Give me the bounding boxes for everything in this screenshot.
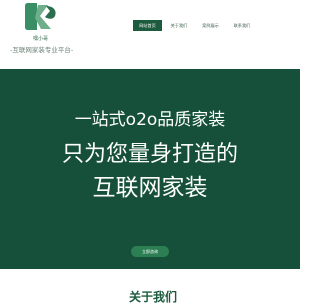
site-header: 嘿小哥 -互联网家装专业平台- 网站首页 关于我们 案例展示 联系我们: [0, 0, 300, 69]
hero-tagline: 一站式o2o品质家装: [74, 110, 226, 130]
nav-item-cases[interactable]: 案例展示: [196, 20, 225, 31]
logo-slogan: -互联网家装专业平台-: [10, 46, 74, 54]
ks-logo-icon: [25, 3, 56, 30]
section-heading: 关于我们: [129, 290, 178, 304]
logo-name: 嘿小哥: [33, 36, 49, 42]
consult-button[interactable]: 立即咨询: [131, 246, 169, 257]
nav-item-contact[interactable]: 联系我们: [227, 20, 257, 31]
logo[interactable]: 嘿小哥 -互联网家装专业平台-: [9, 2, 73, 62]
hero-headline: 只为您量身打造的: [61, 142, 238, 167]
nav-item-about[interactable]: 关于我们: [165, 20, 193, 31]
hero-subheadline: 互联网家装: [92, 175, 208, 201]
nav-item-home[interactable]: 网站首页: [133, 20, 162, 31]
